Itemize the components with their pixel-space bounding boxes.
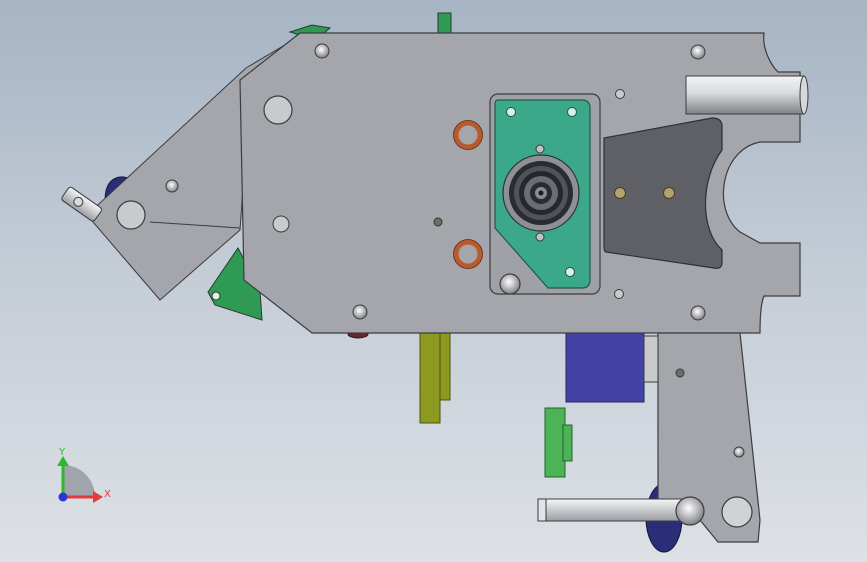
- teal-bracket-hole-1: [506, 107, 516, 117]
- plate-hole-small-1: [615, 89, 625, 99]
- lower-green-bracket-hole: [211, 291, 221, 301]
- pocket-screw-hole: [499, 273, 521, 295]
- bottom-pin[interactable]: [537, 496, 705, 526]
- green-small-block[interactable]: [544, 407, 566, 478]
- plate-hole-small-2: [614, 289, 624, 299]
- olive-bar-1[interactable]: [419, 332, 441, 424]
- triad-x-label: X: [104, 489, 111, 500]
- plate-hole-left-mid: [272, 215, 290, 233]
- teal-bracket-hole-2: [567, 107, 577, 117]
- left-arm-screw: [165, 179, 179, 193]
- triad-y-label: Y: [58, 447, 66, 458]
- teal-bracket-screw-bottom: [535, 232, 545, 242]
- triad-x-arrow: [93, 491, 103, 503]
- bearing-assembly[interactable]: [502, 154, 580, 232]
- axis-triad: X Y: [57, 447, 111, 503]
- cad-model-view[interactable]: X Y: [0, 0, 867, 562]
- plate-pin-small: [433, 217, 443, 227]
- handle-small-hole: [675, 368, 685, 378]
- left-pin[interactable]: [61, 186, 103, 222]
- left-arm-large-hole: [116, 200, 146, 230]
- blue-block[interactable]: [565, 332, 645, 403]
- brass-bolt-2: [663, 187, 675, 199]
- handle-screw: [733, 446, 745, 458]
- steel-cylinder[interactable]: [685, 75, 809, 115]
- plate-hole-bottom-right: [690, 305, 706, 321]
- green-small-block-boss: [562, 424, 573, 462]
- plate-hole-top-right: [690, 44, 706, 60]
- handle-spacer: [643, 335, 659, 383]
- olive-bar-2[interactable]: [439, 332, 451, 401]
- teal-bracket-hole-3: [565, 267, 575, 277]
- teal-bracket-screw-top: [535, 144, 545, 154]
- plate-hole-large-left: [263, 95, 293, 125]
- plate-hole-top-left: [314, 43, 330, 59]
- cad-viewport[interactable]: X Y: [0, 0, 867, 562]
- handle-large-hole: [721, 496, 753, 528]
- triad-z-axis: [58, 492, 68, 502]
- brass-bolt-1: [614, 187, 626, 199]
- plate-hole-bottom-left: [352, 304, 368, 320]
- triad-arc: [63, 465, 95, 497]
